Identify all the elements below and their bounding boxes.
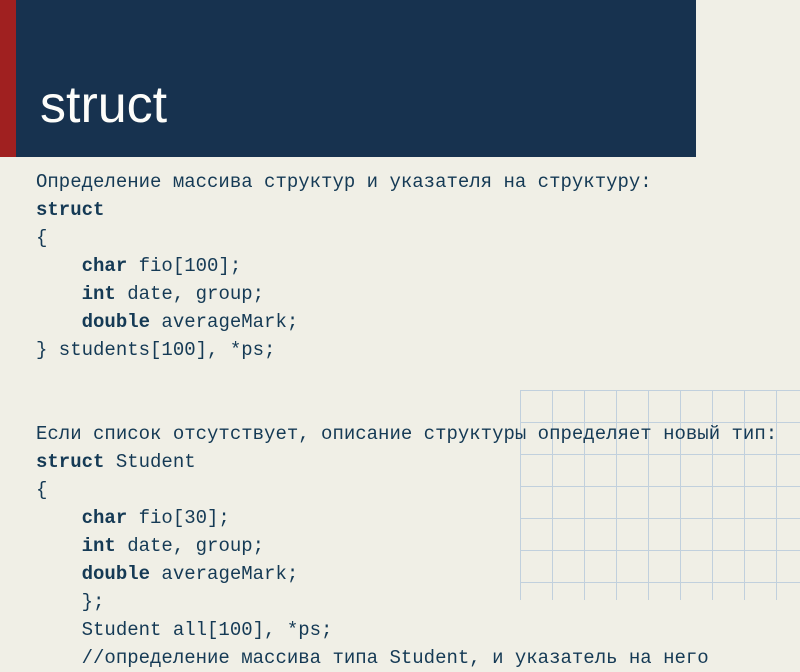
block2-comment: //определение массива типа Student, и ук… (82, 647, 709, 669)
kw-struct-1: struct (36, 199, 104, 221)
block2-intro: Если список отсутствует, описание структ… (36, 420, 766, 448)
block1-avg: averageMark; (150, 311, 298, 333)
kw-int-2: int (82, 535, 116, 557)
slide-content: Определение массива структур и указателя… (36, 168, 766, 672)
block1-close: } students[100], *ps; (36, 336, 766, 364)
block2-close: }; (82, 591, 105, 613)
block2-student: Student (104, 451, 195, 473)
page-title: struct (40, 75, 167, 135)
block2-decl: Student all[100], *ps; (82, 619, 333, 641)
block2-fio: fio[30]; (127, 507, 230, 529)
block2-date: date, group; (116, 535, 264, 557)
block1-intro: Определение массива структур и указателя… (36, 168, 766, 196)
block1-date: date, group; (116, 283, 264, 305)
kw-struct-2: struct (36, 451, 104, 473)
kw-char-2: char (82, 507, 128, 529)
kw-double-1: double (82, 311, 150, 333)
block1-fio: fio[100]; (127, 255, 241, 277)
block1-open: { (36, 224, 766, 252)
block2-avg: averageMark; (150, 563, 298, 585)
kw-char-1: char (82, 255, 128, 277)
kw-double-2: double (82, 563, 150, 585)
block2-open: { (36, 476, 766, 504)
slide-header: struct (16, 0, 696, 157)
kw-int-1: int (82, 283, 116, 305)
red-stripe (0, 0, 16, 157)
